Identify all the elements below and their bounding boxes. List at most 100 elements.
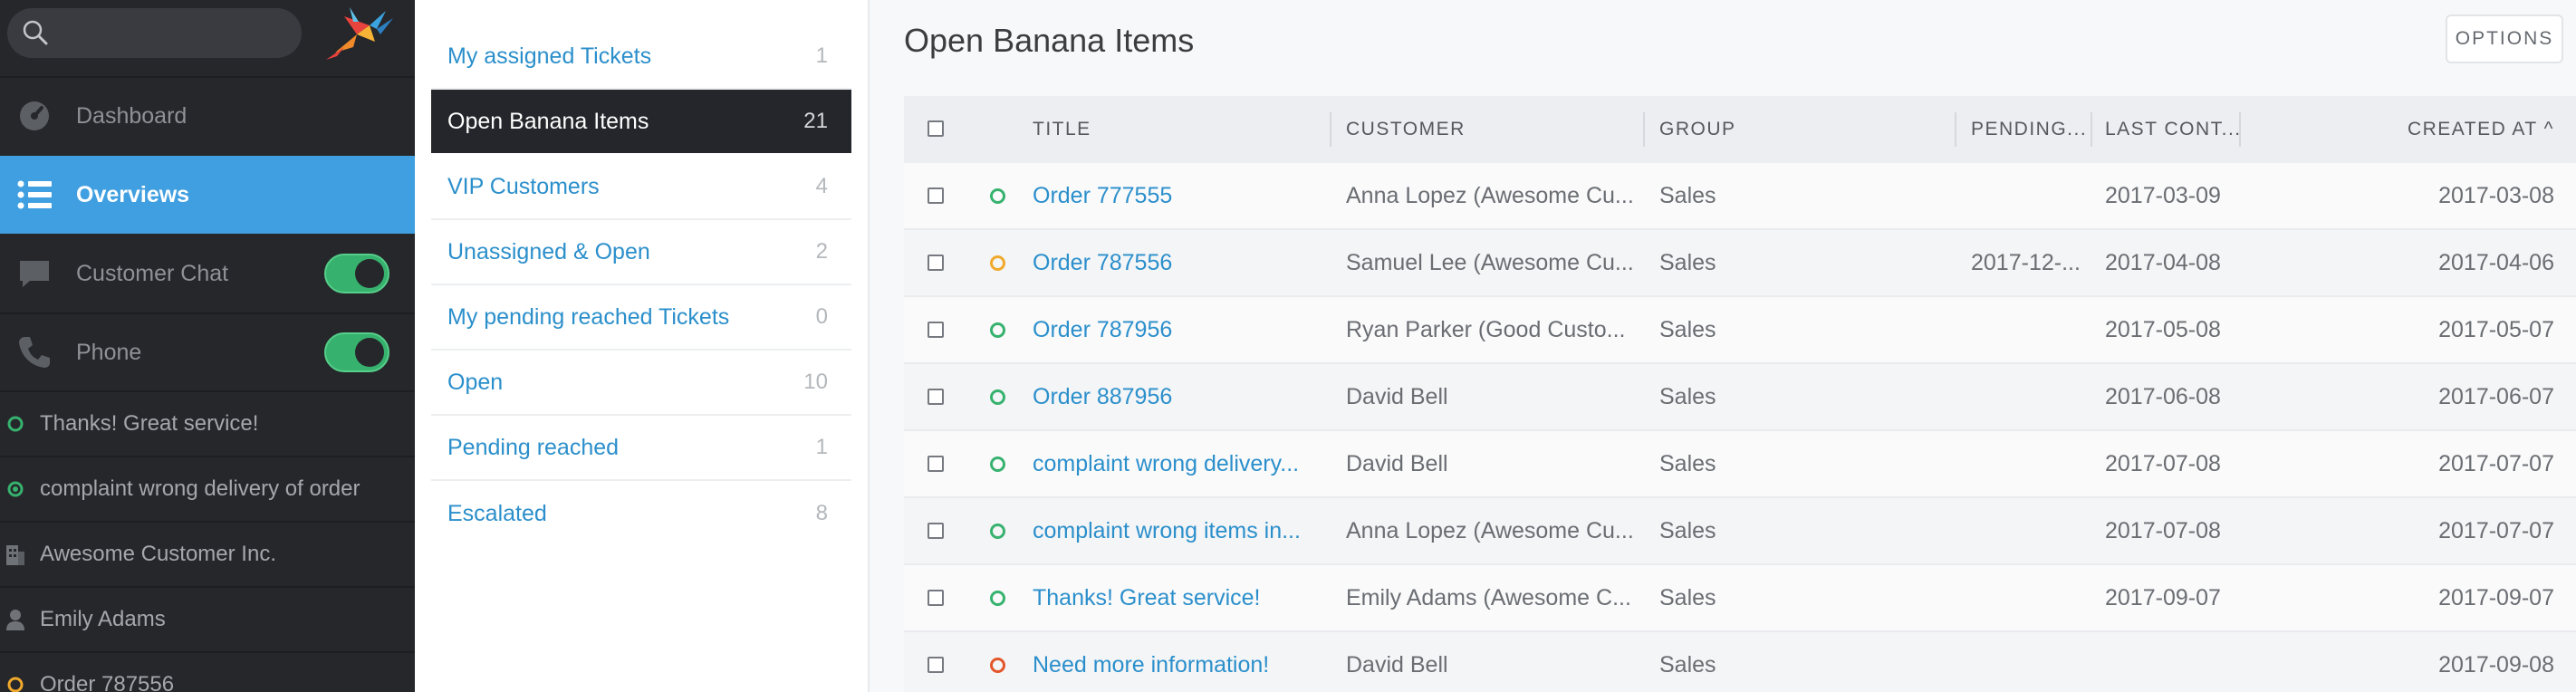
overview-label: My pending reached Tickets — [447, 303, 730, 330]
ticket-created-at: 2017-07-07 — [2438, 450, 2554, 476]
row-checkbox[interactable] — [928, 255, 944, 271]
overview-item-my-pending-reached[interactable]: My pending reached Tickets 0 — [431, 285, 851, 351]
recent-item-label: Emily Adams — [40, 607, 166, 631]
overview-count: 1 — [815, 435, 828, 459]
overview-item-my-assigned[interactable]: My assigned Tickets 1 — [431, 24, 851, 90]
row-checkbox[interactable] — [928, 322, 944, 338]
row-checkbox[interactable] — [928, 590, 944, 606]
ticket-last-contact: 2017-04-08 — [2105, 249, 2221, 275]
table-row[interactable]: Order 887956 David Bell Sales 2017-06-08 201… — [904, 364, 2576, 431]
ticket-last-contact — [2105, 632, 2241, 692]
ticket-customer: Anna Lopez (Awesome Cu... — [1346, 182, 1634, 208]
ticket-title-link[interactable]: Order 887956 — [1033, 364, 1322, 429]
table-row[interactable]: Need more information! David Bell Sales 201… — [904, 632, 2576, 692]
ticket-customer: David Bell — [1346, 383, 1448, 409]
column-header-pending-till[interactable]: PENDING... — [1971, 96, 2092, 163]
ticket-title-link[interactable]: Thanks! Great service! — [1033, 565, 1322, 630]
overview-label: Unassigned & Open — [447, 238, 650, 264]
ticket-created-at: 2017-06-07 — [2438, 383, 2554, 409]
nav-item-customer-chat[interactable]: Customer Chat — [0, 235, 415, 312]
nav-item-phone[interactable]: Phone — [0, 314, 415, 390]
nav-item-label: Overviews — [76, 181, 190, 207]
page-title: Open Banana Items — [904, 22, 1195, 59]
ticket-status-pending-icon — [990, 255, 1005, 271]
overview-count: 4 — [815, 174, 828, 198]
ticket-last-contact: 2017-07-08 — [2105, 450, 2221, 476]
overview-count: 8 — [815, 501, 828, 525]
nav-item-dashboard[interactable]: Dashboard — [0, 78, 415, 154]
row-checkbox[interactable] — [928, 389, 944, 405]
overview-item-vip-customers[interactable]: VIP Customers 4 — [431, 155, 851, 220]
row-checkbox[interactable] — [928, 523, 944, 539]
table-row[interactable]: Order 787556 Samuel Lee (Awesome Cu... Sal… — [904, 230, 2576, 297]
search-input[interactable] — [7, 8, 302, 58]
ticket-status-open-icon — [990, 524, 1005, 539]
recent-item[interactable]: Order 787556 — [0, 651, 415, 692]
main-content: Open Banana Items OPTIONS TITLE CUSTOMER… — [870, 0, 2576, 692]
ticket-group: Sales — [1659, 651, 1716, 678]
row-checkbox[interactable] — [928, 657, 944, 673]
recent-item[interactable]: Emily Adams — [0, 586, 415, 651]
ticket-status-escalated-icon — [990, 658, 1005, 673]
column-header-title[interactable]: TITLE — [1033, 96, 1304, 163]
column-resize-handle[interactable] — [2239, 112, 2241, 147]
tickets-table: TITLE CUSTOMER GROUP PENDING... LAST CON… — [904, 96, 2576, 692]
table-row[interactable]: Order 777555 Anna Lopez (Awesome Cu... Sal… — [904, 163, 2576, 230]
search-icon — [22, 19, 49, 51]
customer-chat-toggle[interactable] — [324, 254, 389, 293]
table-row[interactable]: Order 787956 Ryan Parker (Good Custo... Sa… — [904, 297, 2576, 364]
column-resize-handle[interactable] — [1330, 112, 1331, 147]
overview-label: Open Banana Items — [447, 108, 649, 134]
ticket-title-link[interactable]: Order 787956 — [1033, 297, 1322, 362]
recent-item-label: Order 787556 — [40, 672, 175, 692]
ticket-title-link[interactable]: Order 787556 — [1033, 230, 1322, 295]
column-resize-handle[interactable] — [1955, 112, 1956, 147]
overview-item-pending-reached[interactable]: Pending reached 1 — [431, 416, 851, 481]
ticket-title-link[interactable]: Need more information! — [1033, 632, 1322, 692]
ticket-pending-till — [1971, 364, 2092, 429]
ticket-status-open-icon — [990, 322, 1005, 338]
overview-item-unassigned-open[interactable]: Unassigned & Open 2 — [431, 220, 851, 285]
recent-item[interactable]: Thanks! Great service! — [0, 390, 415, 456]
column-header-created-at[interactable]: CREATED AT ^ — [2263, 96, 2554, 163]
ticket-group: Sales — [1659, 450, 1716, 476]
ticket-title-link[interactable]: complaint wrong items in... — [1033, 498, 1322, 563]
ticket-created-at: 2017-07-07 — [2438, 517, 2554, 543]
ticket-title-link[interactable]: Order 777555 — [1033, 163, 1322, 228]
row-checkbox[interactable] — [928, 456, 944, 472]
table-row[interactable]: complaint wrong delivery... David Bell Sal… — [904, 431, 2576, 498]
overview-item-open-banana-items[interactable]: Open Banana Items 21 — [431, 90, 851, 153]
list-icon — [16, 177, 53, 213]
nav-item-overviews[interactable]: Overviews — [0, 156, 415, 234]
row-checkbox[interactable] — [928, 187, 944, 204]
ticket-created-at: 2017-03-08 — [2438, 182, 2554, 208]
overview-item-escalated[interactable]: Escalated 8 — [431, 481, 851, 546]
column-header-last-contact[interactable]: LAST CONT... — [2105, 96, 2241, 163]
ticket-pending-till: 2017-12-... — [1971, 249, 2081, 275]
select-all-checkbox[interactable] — [928, 120, 944, 137]
overview-count: 10 — [803, 370, 828, 394]
nav-item-label: Phone — [76, 339, 142, 365]
overviews-list: My assigned Tickets 1 Open Banana Items … — [415, 0, 870, 692]
table-row[interactable]: Thanks! Great service! Emily Adams (Aweso… — [904, 565, 2576, 632]
column-header-customer[interactable]: CUSTOMER — [1346, 96, 1645, 163]
table-row[interactable]: complaint wrong items in... Anna Lopez (A… — [904, 498, 2576, 565]
ticket-created-at: 2017-09-07 — [2438, 584, 2554, 610]
column-header-group[interactable]: GROUP — [1659, 96, 1949, 163]
recent-item[interactable]: Awesome Customer Inc. — [0, 521, 415, 586]
ticket-customer: David Bell — [1346, 651, 1448, 678]
phone-toggle[interactable] — [324, 332, 389, 372]
column-resize-handle[interactable] — [2091, 112, 2092, 147]
ticket-pending-till — [1971, 431, 2092, 496]
recent-item-label: Thanks! Great service! — [40, 411, 259, 436]
options-button[interactable]: OPTIONS — [2446, 14, 2563, 63]
ticket-last-contact: 2017-05-08 — [2105, 316, 2221, 342]
ticket-customer: Anna Lopez (Awesome Cu... — [1346, 517, 1634, 543]
column-resize-handle[interactable] — [1643, 112, 1645, 147]
ticket-title-link[interactable]: complaint wrong delivery... — [1033, 431, 1322, 496]
person-icon — [5, 609, 25, 630]
overview-item-open[interactable]: Open 10 — [431, 351, 851, 416]
ticket-status-open-icon — [990, 591, 1005, 606]
recent-item[interactable]: complaint wrong delivery of order — [0, 456, 415, 521]
bird-logo-icon[interactable] — [317, 2, 393, 70]
